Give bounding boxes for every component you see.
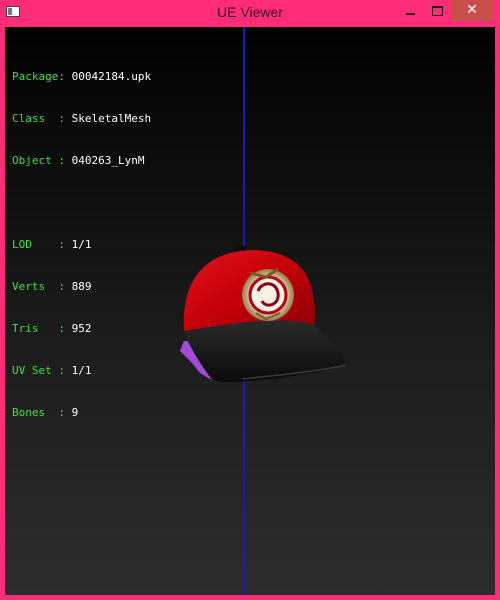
info-label: LOD : bbox=[12, 238, 65, 251]
minimize-icon bbox=[406, 12, 415, 15]
cap-brim bbox=[184, 320, 346, 383]
emblem-icon bbox=[242, 267, 294, 321]
info-row-class: Class : SkeletalMesh bbox=[12, 112, 151, 126]
info-label: Class : bbox=[12, 112, 65, 125]
maximize-icon bbox=[432, 5, 443, 16]
mesh-info-overlay: Package: 00042184.upk Class : SkeletalMe… bbox=[12, 42, 151, 448]
info-row-lod: LOD : 1/1 bbox=[12, 238, 151, 252]
info-row-package: Package: 00042184.upk bbox=[12, 70, 151, 84]
info-spacer bbox=[12, 196, 151, 210]
info-value: 040263_LynM bbox=[71, 154, 145, 167]
info-value: 889 bbox=[71, 280, 92, 293]
info-value: 1/1 bbox=[71, 238, 92, 251]
info-value: 00042184.upk bbox=[71, 70, 152, 83]
info-value: SkeletalMesh bbox=[71, 112, 152, 125]
info-row-uvset: UV Set : 1/1 bbox=[12, 364, 151, 378]
maximize-button[interactable] bbox=[424, 0, 451, 21]
cap-model[interactable] bbox=[170, 213, 350, 383]
app-window: UE Viewer ✕ Package: 00042184.upk Class … bbox=[0, 0, 500, 600]
info-label: UV Set : bbox=[12, 364, 65, 377]
info-row-verts: Verts : 889 bbox=[12, 280, 151, 294]
close-icon: ✕ bbox=[466, 2, 478, 18]
info-value: 9 bbox=[71, 406, 79, 419]
info-row-tris: Tris : 952 bbox=[12, 322, 151, 336]
info-value: 1/1 bbox=[71, 364, 92, 377]
info-value: 952 bbox=[71, 322, 92, 335]
minimize-button[interactable] bbox=[397, 0, 424, 21]
title-bar[interactable]: UE Viewer ✕ bbox=[0, 0, 500, 26]
info-label: Package: bbox=[12, 70, 65, 83]
info-label: Tris : bbox=[12, 322, 65, 335]
close-button[interactable]: ✕ bbox=[451, 0, 493, 21]
3d-viewport[interactable]: Package: 00042184.upk Class : SkeletalMe… bbox=[5, 27, 495, 595]
info-row-bones: Bones : 9 bbox=[12, 406, 151, 420]
info-label: Bones : bbox=[12, 406, 65, 419]
info-label: Verts : bbox=[12, 280, 65, 293]
info-row-object: Object : 040263_LynM bbox=[12, 154, 151, 168]
info-label: Object : bbox=[12, 154, 65, 167]
